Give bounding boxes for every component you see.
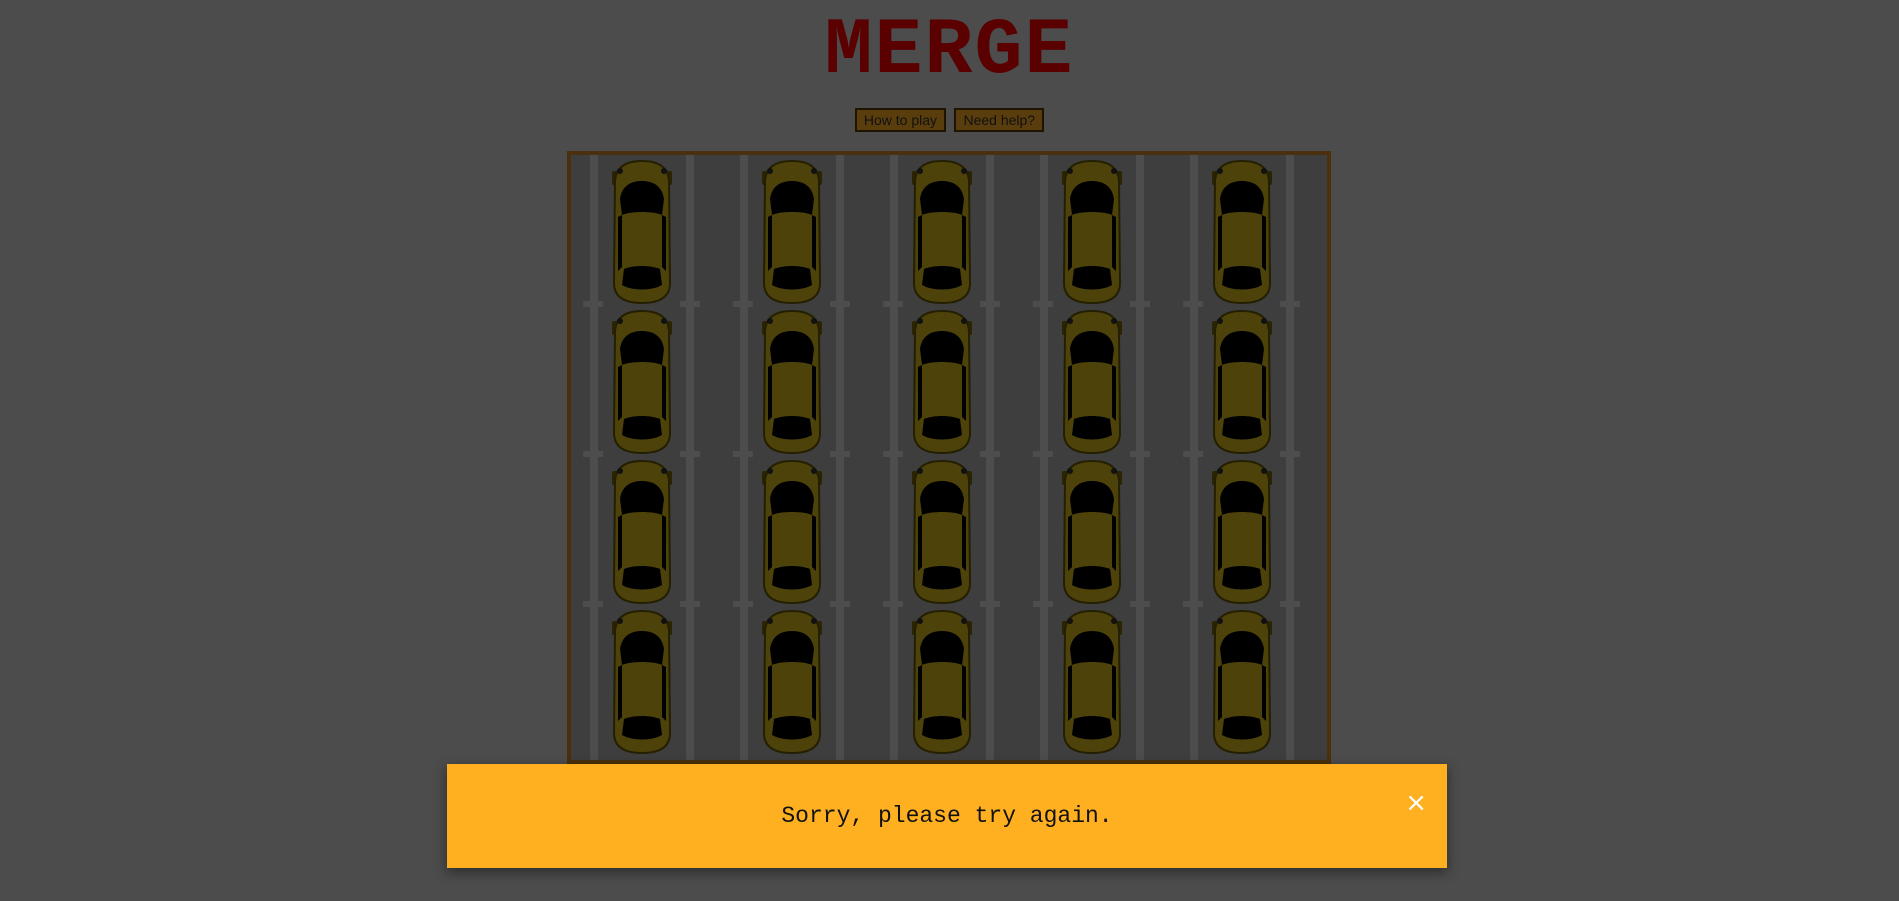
yellow-car-icon[interactable] [760, 159, 824, 305]
stall-line [890, 155, 898, 760]
yellow-car-icon[interactable] [760, 309, 824, 455]
stall-divider [830, 451, 850, 457]
parking-lot-board [567, 151, 1331, 764]
stall-divider [1280, 451, 1300, 457]
yellow-car-icon[interactable] [1060, 309, 1124, 455]
stall-divider [733, 601, 753, 607]
yellow-car-icon[interactable] [1210, 159, 1274, 305]
toast-message: Sorry, please try again. [781, 803, 1113, 829]
stall-line [1190, 155, 1198, 760]
need-help-button[interactable]: Need help? [954, 108, 1045, 132]
yellow-car-icon[interactable] [1210, 609, 1274, 755]
stall-divider [680, 601, 700, 607]
stall-divider [1183, 301, 1203, 307]
yellow-car-icon[interactable] [1210, 459, 1274, 605]
stall-line [1286, 155, 1294, 760]
stall-line [590, 155, 598, 760]
stall-divider [1183, 451, 1203, 457]
stall-line [986, 155, 994, 760]
yellow-car-icon[interactable] [910, 309, 974, 455]
stall-line [740, 155, 748, 760]
yellow-car-icon[interactable] [610, 609, 674, 755]
yellow-car-icon[interactable] [1060, 609, 1124, 755]
stall-divider [1033, 301, 1053, 307]
stall-line [836, 155, 844, 760]
how-to-play-button[interactable]: How to play [854, 108, 947, 132]
stall-divider [680, 301, 700, 307]
yellow-car-icon[interactable] [610, 459, 674, 605]
stall-divider [733, 451, 753, 457]
help-buttons: How to play Need help? [0, 108, 1899, 132]
stall-divider [883, 451, 903, 457]
yellow-car-icon[interactable] [1210, 309, 1274, 455]
stall-divider [883, 301, 903, 307]
stall-line [686, 155, 694, 760]
stall-divider [980, 451, 1000, 457]
stall-divider [1033, 451, 1053, 457]
game-title: MERGE [824, 6, 1075, 97]
yellow-car-icon[interactable] [760, 459, 824, 605]
stall-divider [680, 451, 700, 457]
stall-line [1136, 155, 1144, 760]
stall-divider [583, 601, 603, 607]
stall-divider [980, 601, 1000, 607]
stall-divider [883, 601, 903, 607]
stall-divider [583, 301, 603, 307]
yellow-car-icon[interactable] [910, 609, 974, 755]
yellow-car-icon[interactable] [910, 159, 974, 305]
stall-divider [583, 451, 603, 457]
stall-divider [1280, 601, 1300, 607]
yellow-car-icon[interactable] [1060, 459, 1124, 605]
stall-divider [1130, 301, 1150, 307]
stall-divider [980, 301, 1000, 307]
error-toast: Sorry, please try again. × [447, 764, 1447, 868]
stall-divider [1183, 601, 1203, 607]
stall-divider [733, 301, 753, 307]
stall-divider [1280, 301, 1300, 307]
close-icon[interactable]: × [1405, 790, 1427, 816]
yellow-car-icon[interactable] [910, 459, 974, 605]
stall-divider [1130, 601, 1150, 607]
stall-divider [1033, 601, 1053, 607]
yellow-car-icon[interactable] [760, 609, 824, 755]
yellow-car-icon[interactable] [1060, 159, 1124, 305]
yellow-car-icon[interactable] [610, 159, 674, 305]
yellow-car-icon[interactable] [610, 309, 674, 455]
stall-divider [1130, 451, 1150, 457]
stall-divider [830, 301, 850, 307]
stall-divider [830, 601, 850, 607]
stall-line [1040, 155, 1048, 760]
